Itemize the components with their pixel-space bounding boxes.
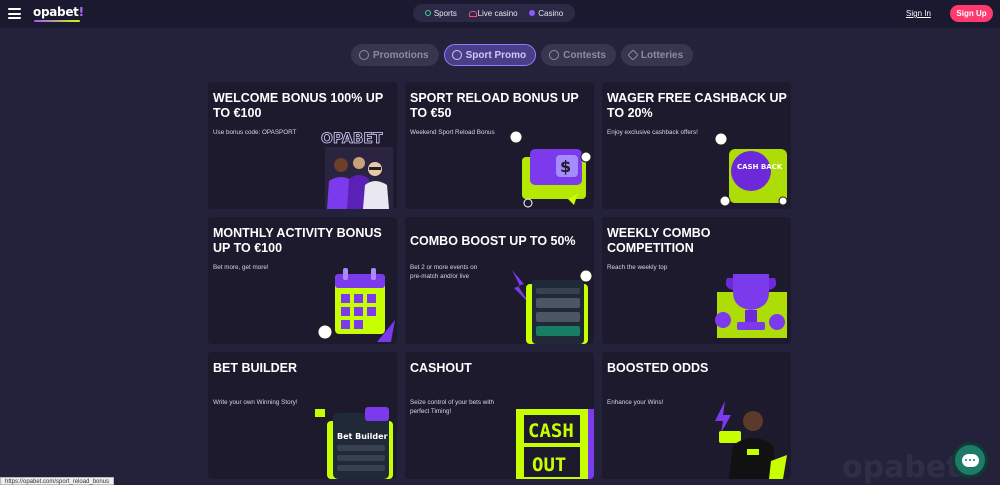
bet-builder-text: Bet Builder — [337, 432, 388, 441]
cash-text: CASH — [528, 420, 574, 442]
betbuilder-art: Bet Builder — [315, 407, 393, 479]
tab-promotions[interactable]: Promotions — [351, 44, 439, 66]
promo-card-welcome-bonus[interactable]: WELCOME BONUS 100% UP TO €100 Use bonus … — [208, 82, 397, 209]
nav-live-casino[interactable]: Live casino — [468, 8, 518, 18]
logo-underline — [34, 20, 80, 22]
promo-card-text: Write your own Winning Story! — [213, 399, 298, 406]
promo-card-text: Enhance your Wins! — [607, 399, 664, 406]
player-art — [715, 401, 787, 479]
hamburger-menu-icon[interactable] — [8, 8, 21, 19]
heart-icon — [468, 10, 477, 17]
promo-card-text: Reach the weekly top — [607, 264, 668, 271]
cashout-art: CASH OUT — [516, 409, 594, 479]
promo-card-monthly-activity-bonus[interactable]: MONTHLY ACTIVITY BONUS UP TO €100 Bet mo… — [208, 217, 397, 344]
nav-sports-label: Sports — [433, 8, 457, 18]
promo-card-bet-builder[interactable]: BET BUILDER Write your own Winning Story… — [208, 352, 397, 479]
promo-card-sport-reload-bonus[interactable]: SPORT RELOAD BONUS UP TO €50 Weekend Spo… — [405, 82, 594, 209]
pin-icon — [549, 50, 560, 60]
tab-sport-promo-label: Sport Promo — [465, 49, 527, 61]
out-text: OUT — [532, 454, 566, 476]
soccer-ball-icon — [451, 50, 462, 60]
cash-back-text: CASH BACK — [737, 163, 783, 171]
main-nav: Sports Live casino Casino — [413, 4, 575, 22]
promo-card-title: WAGER FREE CASHBACK UP TO 20% — [607, 91, 787, 120]
tab-lotteries-label: Lotteries — [640, 49, 684, 61]
promo-card-title: CASHOUT — [410, 361, 472, 375]
promo-card-title: WEEKLY COMBO COMPETITION — [607, 226, 711, 255]
tab-contests-label: Contests — [563, 49, 606, 61]
top-bar: opabet! Sports Live casino Casino Sign I… — [0, 0, 1000, 28]
promo-card-title: BOOSTED ODDS — [607, 361, 709, 375]
players-art: OPABET — [321, 131, 393, 209]
promo-card-weekly-combo-competition[interactable]: WEEKLY COMBO COMPETITION Reach the weekl… — [602, 217, 791, 344]
promo-card-text: Seize control of your bets with perfect … — [410, 399, 494, 415]
nav-live-casino-label: Live casino — [477, 8, 518, 18]
wallet-art: $ — [509, 130, 592, 208]
tab-sport-promo[interactable]: Sport Promo — [443, 44, 537, 66]
nav-sports[interactable]: Sports — [424, 8, 457, 18]
promo-card-text: Use bonus code: OPASPORT — [213, 129, 297, 136]
sign-in-link[interactable]: Sign In — [906, 9, 931, 18]
phone-art — [512, 269, 593, 344]
trophy-art — [715, 274, 787, 338]
promo-card-combo-boost[interactable]: COMBO BOOST UP TO 50% Bet 2 or more even… — [405, 217, 594, 344]
promo-card-text: Bet more, get more! — [213, 264, 269, 271]
promo-card-text: Bet 2 or more events on pre-match and/or… — [410, 264, 478, 280]
promo-card-text: Weekend Sport Reload Bonus — [410, 129, 495, 136]
promo-card-boosted-odds[interactable]: BOOSTED ODDS Enhance your Wins! — [602, 352, 791, 479]
gift-icon — [359, 50, 369, 60]
chat-bubble-icon — [961, 453, 979, 467]
watermark: opabet — [842, 450, 961, 485]
promo-card-title: MONTHLY ACTIVITY BONUS UP TO €100 — [213, 226, 382, 255]
sign-up-button[interactable]: Sign Up — [950, 5, 993, 22]
status-bar-url: https://opabet.com/sport_reload_bonus — [0, 477, 115, 485]
soccer-ball-icon — [424, 10, 431, 16]
promo-card-cashout[interactable]: CASHOUT Seize control of your bets with … — [405, 352, 594, 479]
tab-contests[interactable]: Contests — [541, 44, 616, 66]
tab-lotteries[interactable]: Lotteries — [620, 44, 694, 66]
nav-casino-label: Casino — [538, 8, 564, 18]
promo-grid: WELCOME BONUS 100% UP TO €100 Use bonus … — [208, 82, 791, 479]
chat-button[interactable] — [955, 445, 985, 475]
promo-tabs: Promotions Sport Promo Contests Lotterie… — [351, 44, 694, 66]
promo-card-title: COMBO BOOST UP TO 50% — [410, 234, 576, 248]
club-icon — [529, 10, 536, 16]
promo-card-title: BET BUILDER — [213, 361, 298, 375]
svg-text:$: $ — [560, 157, 571, 176]
calendar-art — [317, 268, 395, 342]
promo-card-title: SPORT RELOAD BONUS UP TO €50 — [410, 91, 579, 120]
tab-promotions-label: Promotions — [373, 49, 429, 61]
nav-casino[interactable]: Casino — [529, 9, 563, 18]
promo-card-text: Enjoy exclusive cashback offers! — [607, 129, 698, 136]
promo-card-wager-free-cashback[interactable]: WAGER FREE CASHBACK UP TO 20% Enjoy excl… — [602, 82, 791, 209]
cashback-art: CASH BACK — [714, 132, 788, 207]
ticket-icon — [627, 49, 639, 61]
promo-card-title: WELCOME BONUS 100% UP TO €100 — [213, 91, 383, 120]
opabet-sign-text: OPABET — [321, 131, 383, 147]
logo[interactable]: opabet! — [33, 5, 84, 19]
